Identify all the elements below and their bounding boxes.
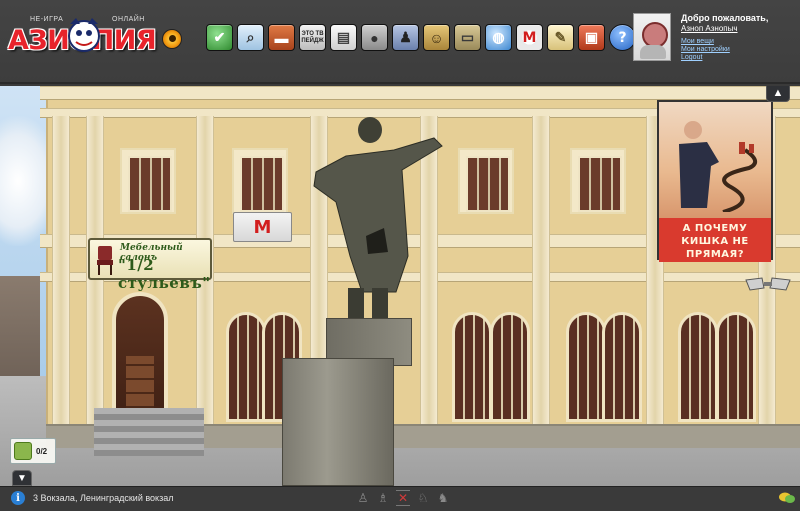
location-text: 3 Вокзала, Ленинградский вокзал <box>33 493 174 503</box>
online-users-panel[interactable]: 0/2 <box>10 438 56 464</box>
propaganda-poster[interactable]: А ПОЧЕМУ КИШКА НЕ ПРЯМАЯ? <box>657 100 773 262</box>
eto-tvoi-peidzh-icon[interactable]: ЭТО ТВ ПЕЙДЖ <box>299 24 326 51</box>
globe-icon[interactable]: ◍ <box>485 24 512 51</box>
welcome-text: Добро пожаловать, <box>681 13 769 23</box>
sun-icon[interactable] <box>162 29 182 49</box>
chat-icon[interactable] <box>778 491 796 505</box>
logout-link[interactable]: Logout <box>681 54 702 61</box>
piggy-bank-icon[interactable]: ● <box>361 24 388 51</box>
walk-icon[interactable]: ♙ <box>356 490 370 506</box>
cctv-camera-icon[interactable] <box>744 276 792 294</box>
portrait-icon[interactable]: ☺ <box>423 24 450 51</box>
upper-window <box>120 148 176 214</box>
arched-door[interactable] <box>716 312 756 422</box>
person-icon[interactable]: ♘ <box>416 490 430 506</box>
pilaster <box>532 116 550 426</box>
online-users-count: 0/2 <box>36 447 48 456</box>
upper-window <box>232 148 288 214</box>
poster-road <box>722 142 757 212</box>
search-icon[interactable]: ⌕ <box>237 24 264 51</box>
furniture-salon-sign[interactable]: Мебельный салонъ "1/2 стульевъ" <box>88 238 212 292</box>
logo-tag-left: НЕ-ИГРА <box>30 16 64 23</box>
my-settings-link[interactable]: Мои настройки <box>681 46 730 53</box>
run-icon[interactable]: ♞ <box>436 490 450 506</box>
upper-window <box>570 148 626 214</box>
station-entrance[interactable] <box>566 312 606 422</box>
notes-icon[interactable]: ✎ <box>547 24 574 51</box>
site-logo[interactable]: НЕ-ИГРА ОНЛАЙН АЗИОПИЯ <box>8 14 168 64</box>
newspaper-icon[interactable]: ▤ <box>330 24 357 51</box>
stand-icon[interactable]: ♗ <box>376 490 390 506</box>
station-entrance[interactable] <box>602 312 642 422</box>
close-icon[interactable]: ✕ <box>396 490 410 506</box>
user-avatar[interactable] <box>633 13 671 61</box>
check-icon[interactable]: ✔ <box>206 24 233 51</box>
mascot-icon <box>68 18 100 52</box>
lenin-statue[interactable] <box>306 116 446 326</box>
tv-icon[interactable]: ▣ <box>578 24 605 51</box>
top-bar: НЕ-ИГРА ОНЛАЙН АЗИОПИЯ ✔ ⌕ ▬ ЭТО ТВ ПЕЙД… <box>0 0 800 84</box>
arched-door[interactable] <box>452 312 492 422</box>
metro-icon[interactable]: М <box>516 24 543 51</box>
logo-tag-right: ОНЛАЙН <box>112 16 145 23</box>
user-icon <box>14 442 32 460</box>
metro-entrance-sign[interactable]: М <box>233 212 292 242</box>
username-link[interactable]: Азноп Азнопыч <box>681 24 738 33</box>
arched-window <box>226 312 266 422</box>
salon-sign-line2: "1/2 стульевъ" <box>118 256 211 292</box>
arched-door[interactable] <box>490 312 530 422</box>
scroll-up-button[interactable]: ▲ <box>766 86 790 102</box>
main-toolbar: ✔ ⌕ ▬ ЭТО ТВ ПЕЙДЖ ▤ ● ♟ ☺ ▭ ◍ М ✎ ▣ ? <box>206 24 636 54</box>
car-icon[interactable]: ▭ <box>454 24 481 51</box>
poster-figure <box>679 121 719 208</box>
entrance-steps <box>94 408 204 456</box>
upper-window <box>458 148 514 214</box>
pilaster <box>52 116 70 426</box>
help-icon[interactable]: ? <box>609 24 636 51</box>
chair-icon <box>97 246 113 275</box>
movement-controls: ♙ ♗ ✕ ♘ ♞ <box>356 490 450 506</box>
arched-door[interactable] <box>678 312 718 422</box>
my-items-link[interactable]: Мои вещи <box>681 38 714 45</box>
poster-caption: А ПОЧЕМУ КИШКА НЕ ПРЯМАЯ? <box>659 218 771 262</box>
roof-cornice <box>40 86 800 100</box>
game-scene[interactable]: Мебельный салонъ "1/2 стульевъ" ▼ ▼ М А … <box>0 86 800 486</box>
people-icon[interactable]: ♟ <box>392 24 419 51</box>
info-icon[interactable]: i <box>11 491 25 505</box>
monument-pedestal <box>282 358 394 486</box>
collapse-panel-button[interactable]: ▼ <box>12 470 32 486</box>
briefcase-icon[interactable]: ▬ <box>268 24 295 51</box>
